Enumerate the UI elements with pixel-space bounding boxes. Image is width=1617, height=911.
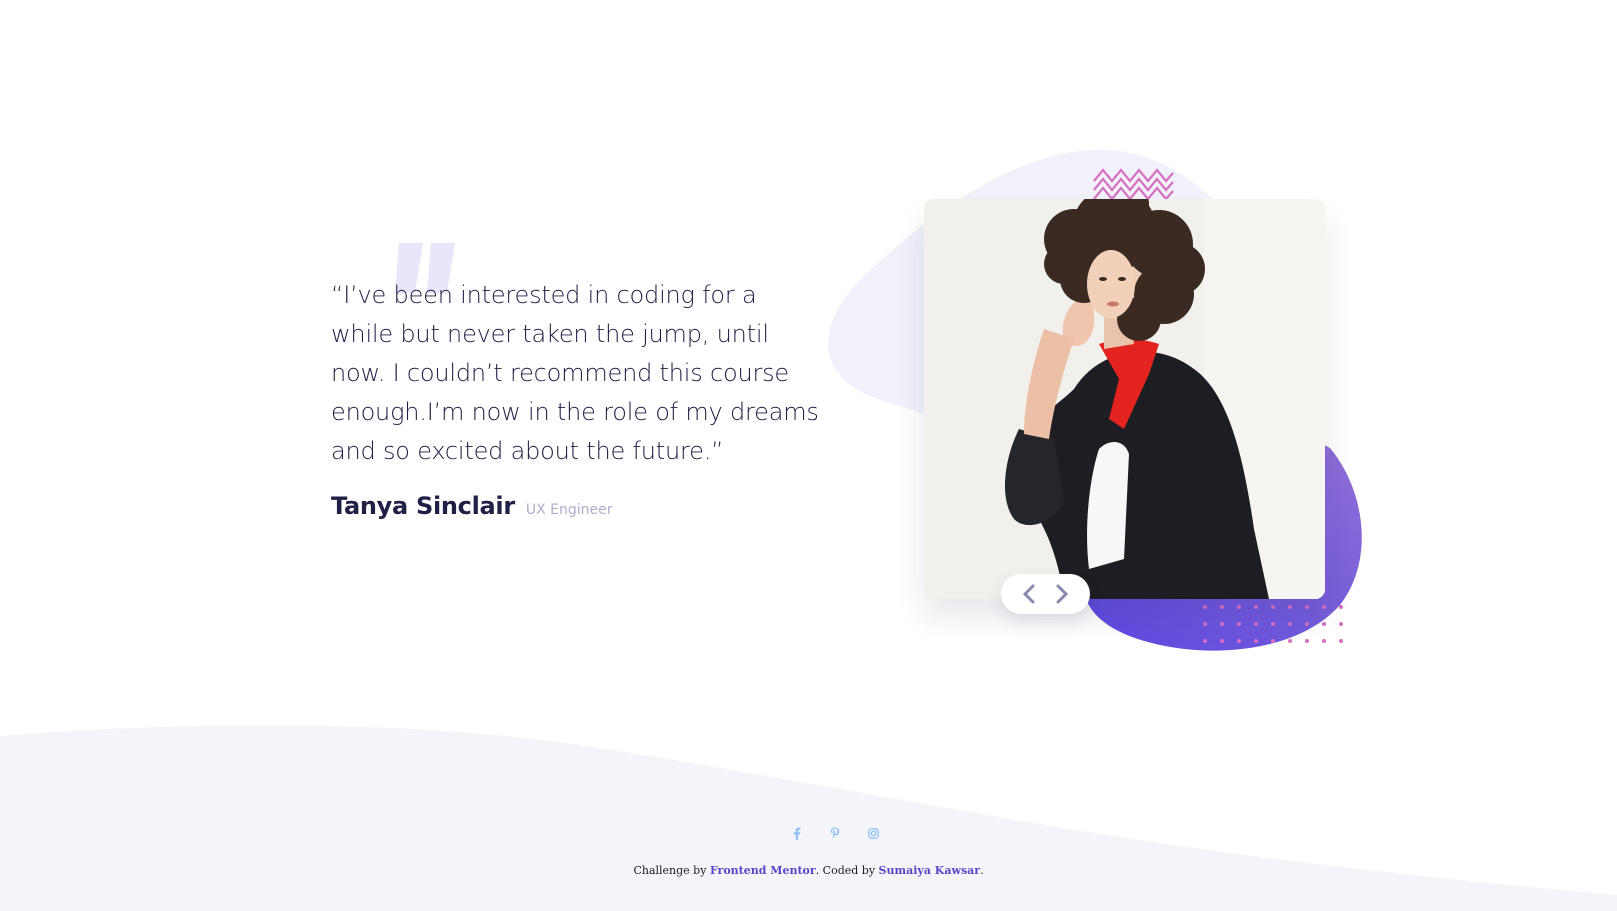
testimonial-author: Tanya Sinclair UX Engineer (331, 492, 613, 520)
next-button[interactable] (1048, 580, 1076, 608)
attribution-challenge-text: Challenge by (633, 864, 710, 877)
portrait-illustration (924, 199, 1325, 599)
author-link[interactable]: Sumaiya Kawsar (879, 864, 981, 877)
chevron-right-icon (1056, 584, 1068, 604)
attribution: Challenge by Frontend Mentor. Coded by S… (0, 864, 1617, 877)
author-role: UX Engineer (525, 502, 613, 518)
frontend-mentor-link[interactable]: Frontend Mentor (710, 864, 816, 877)
previous-button[interactable] (1015, 580, 1043, 608)
testimonial-photo (924, 199, 1325, 599)
instagram-icon[interactable] (866, 826, 880, 840)
social-links (790, 826, 880, 840)
author-name: Tanya Sinclair (331, 492, 515, 520)
facebook-icon[interactable] (790, 826, 804, 840)
chevron-left-icon (1023, 584, 1035, 604)
pinterest-icon[interactable] (828, 826, 842, 840)
slider-navigation (1001, 574, 1090, 614)
attribution-suffix: . (980, 864, 984, 877)
testimonial-quote: “I’ve been interested in coding for a wh… (331, 281, 819, 465)
attribution-coded-text: . Coded by (815, 864, 879, 877)
